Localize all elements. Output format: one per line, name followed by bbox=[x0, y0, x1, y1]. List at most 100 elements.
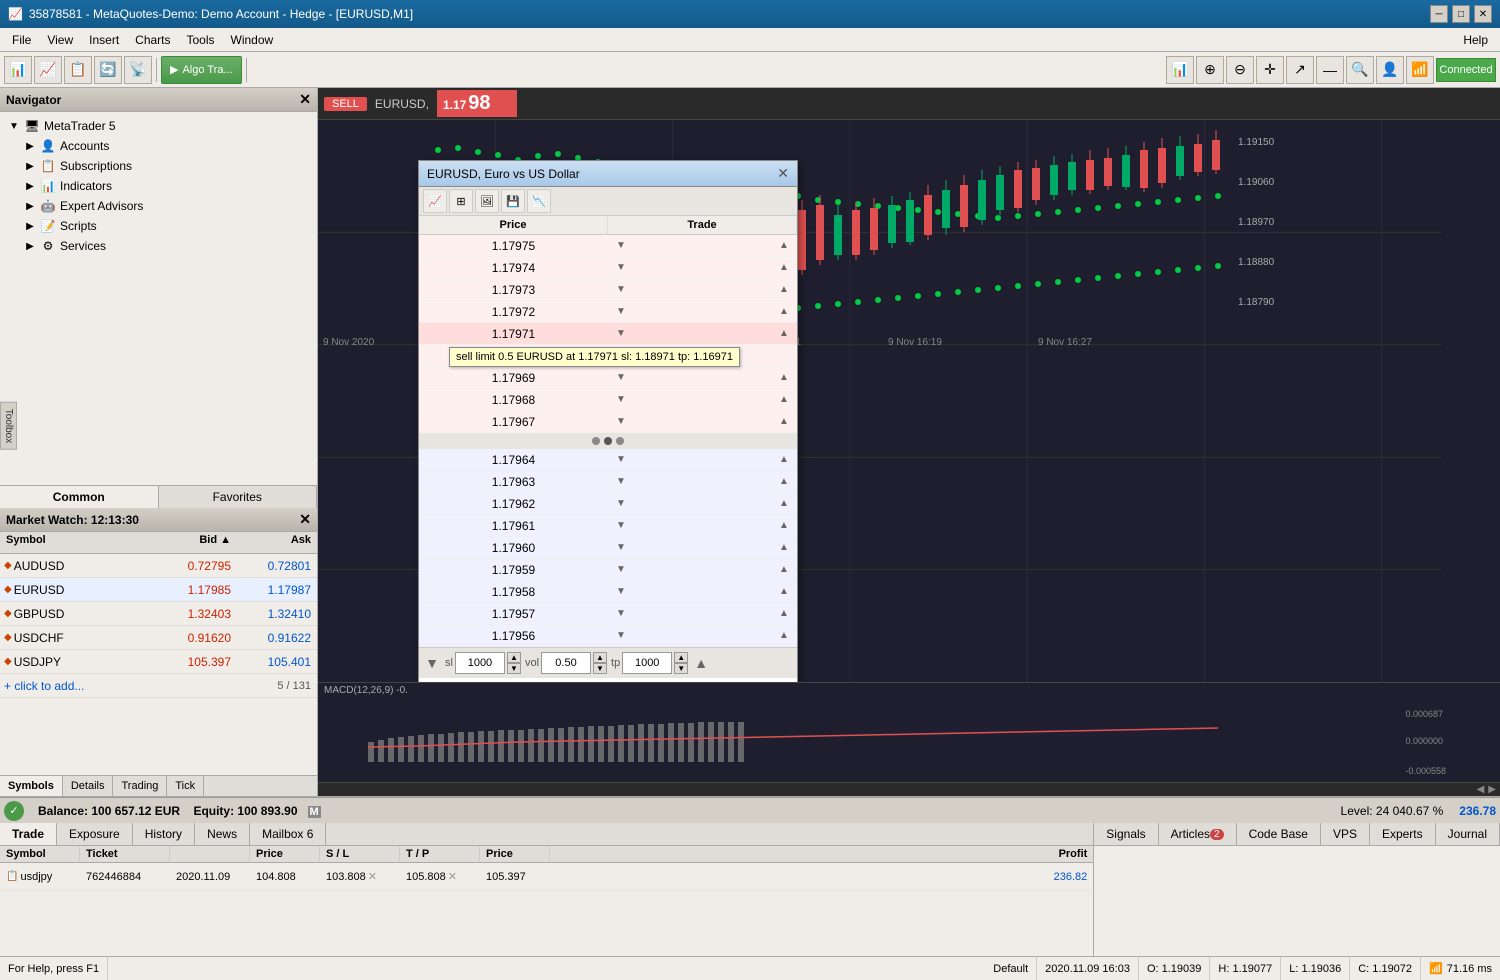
account-btn[interactable]: 👤 bbox=[1376, 56, 1404, 84]
zoom-out-btn[interactable]: ⊖ bbox=[1226, 56, 1254, 84]
nav-accounts-expand[interactable]: ▶ bbox=[24, 140, 36, 152]
dom-down-arrow[interactable]: ▼ bbox=[612, 325, 630, 343]
menu-tools[interactable]: Tools bbox=[179, 31, 223, 49]
mw-tab-tick[interactable]: Tick bbox=[167, 776, 204, 796]
tp-input[interactable]: 1000 bbox=[622, 652, 672, 674]
tab-signals[interactable]: Signals bbox=[1094, 823, 1158, 845]
nav-services[interactable]: ▶ ⚙ Services bbox=[20, 236, 313, 256]
search-chart-btn[interactable]: 🔍 bbox=[1346, 56, 1374, 84]
minimize-button[interactable]: ─ bbox=[1430, 5, 1448, 23]
chart-type-btn[interactable]: 📊 bbox=[1166, 56, 1194, 84]
dom-down-arrow[interactable]: ▼ bbox=[612, 237, 630, 255]
level-btn[interactable]: 📶 bbox=[1406, 56, 1434, 84]
dom-settings-btn[interactable]: 🖼 bbox=[475, 189, 499, 213]
algo-trade-button[interactable]: ▶ Algo Tra... bbox=[161, 56, 242, 84]
dom-up-arrow[interactable]: ▲ bbox=[775, 561, 793, 579]
dom-up-arrow[interactable]: ▲ bbox=[775, 391, 793, 409]
crosshair-btn[interactable]: ✛ bbox=[1256, 56, 1284, 84]
close-button[interactable]: ✕ bbox=[1474, 5, 1492, 23]
tab-trade[interactable]: Trade bbox=[0, 823, 57, 845]
dom-down-arrow[interactable]: ▼ bbox=[612, 391, 630, 409]
dom-up-arrow[interactable]: ▲ bbox=[775, 539, 793, 557]
dom-up-arrow[interactable]: ▲ bbox=[775, 281, 793, 299]
dom-scroll-up[interactable]: ▲ bbox=[692, 654, 710, 672]
list-item[interactable]: ◆USDJPY 105.397 105.401 bbox=[0, 650, 317, 674]
line-btn[interactable]: — bbox=[1316, 56, 1344, 84]
table-row[interactable]: 📋 usdjpy 762446884 2020.11.09 104.808 10… bbox=[0, 863, 1093, 891]
dom-up-arrow[interactable]: ▲ bbox=[775, 605, 793, 623]
vol-spin-down[interactable]: ▼ bbox=[593, 663, 607, 674]
nav-metatrader5[interactable]: ▼ 🖥 MetaTrader 5 bbox=[4, 116, 313, 136]
mw-tab-symbols[interactable]: Symbols bbox=[0, 776, 63, 796]
nav-indicators[interactable]: ▶ 📊 Indicators bbox=[20, 176, 313, 196]
dom-signal-btn[interactable]: 📉 bbox=[527, 189, 551, 213]
mw-tab-details[interactable]: Details bbox=[63, 776, 114, 796]
dom-up-arrow[interactable]: ▲ bbox=[775, 517, 793, 535]
menu-charts[interactable]: Charts bbox=[127, 31, 178, 49]
tab-exposure[interactable]: Exposure bbox=[57, 823, 133, 845]
nav-indicators-expand[interactable]: ▶ bbox=[24, 180, 36, 192]
dom-down-arrow[interactable]: ▼ bbox=[612, 473, 630, 491]
list-item[interactable]: ◆AUDUSD 0.72795 0.72801 bbox=[0, 554, 317, 578]
dom-down-arrow[interactable]: ▼ bbox=[612, 605, 630, 623]
list-item[interactable]: ◆USDCHF 0.91620 0.91622 bbox=[0, 626, 317, 650]
nav-subscriptions-expand[interactable]: ▶ bbox=[24, 160, 36, 172]
menu-file[interactable]: File bbox=[4, 31, 39, 49]
dom-up-arrow[interactable]: ▲ bbox=[775, 627, 793, 645]
nav-tab-common[interactable]: Common bbox=[0, 486, 159, 508]
dom-grid-btn[interactable]: ⊞ bbox=[449, 189, 473, 213]
nav-tab-favorites[interactable]: Favorites bbox=[159, 486, 318, 508]
dom-up-arrow[interactable]: ▲ bbox=[775, 369, 793, 387]
nav-ea-expand[interactable]: ▶ bbox=[24, 200, 36, 212]
scroll-left-arrow[interactable]: ◀ bbox=[1477, 784, 1485, 795]
dom-up-arrow[interactable]: ▲ bbox=[775, 495, 793, 513]
dom-up-arrow[interactable]: ▲ bbox=[775, 473, 793, 491]
sl-input[interactable]: 1000 bbox=[455, 652, 505, 674]
dom-save-btn[interactable]: 💾 bbox=[501, 189, 525, 213]
dom-up-arrow[interactable]: ▲ bbox=[775, 583, 793, 601]
tab-codebase[interactable]: Code Base bbox=[1237, 823, 1321, 845]
dom-down-arrow[interactable]: ▼ bbox=[612, 561, 630, 579]
dom-up-arrow[interactable]: ▲ bbox=[775, 303, 793, 321]
tab-journal[interactable]: Journal bbox=[1436, 823, 1500, 845]
tab-experts[interactable]: Experts bbox=[1370, 823, 1436, 845]
menu-insert[interactable]: Insert bbox=[81, 31, 127, 49]
mw-tab-trading[interactable]: Trading bbox=[113, 776, 167, 796]
dom-down-arrow[interactable]: ▼ bbox=[612, 517, 630, 535]
sl-close-btn[interactable]: ✕ bbox=[368, 870, 377, 883]
add-symbol-row[interactable]: + click to add... 5 / 131 bbox=[0, 674, 317, 698]
arrow-btn[interactable]: ↗ bbox=[1286, 56, 1314, 84]
menu-window[interactable]: Window bbox=[223, 31, 282, 49]
dom-down-arrow[interactable]: ▼ bbox=[612, 281, 630, 299]
nav-expert-advisors[interactable]: ▶ 🤖 Expert Advisors bbox=[20, 196, 313, 216]
new-chart-btn[interactable]: 📊 bbox=[4, 56, 32, 84]
dom-down-arrow[interactable]: ▼ bbox=[612, 451, 630, 469]
dom-scroll-down[interactable]: ▼ bbox=[423, 654, 441, 672]
dom-up-arrow[interactable]: ▲ bbox=[775, 259, 793, 277]
menu-help[interactable]: Help bbox=[1455, 31, 1496, 49]
dom-down-arrow[interactable]: ▼ bbox=[612, 495, 630, 513]
dom-down-arrow[interactable]: ▼ bbox=[612, 539, 630, 557]
tab-vps[interactable]: VPS bbox=[1321, 823, 1370, 845]
dom-down-arrow[interactable]: ▼ bbox=[612, 259, 630, 277]
zoom-in-btn[interactable]: ⊕ bbox=[1196, 56, 1224, 84]
tab-articles[interactable]: Articles 2 bbox=[1159, 823, 1237, 845]
dom-down-arrow[interactable]: ▼ bbox=[612, 369, 630, 387]
new-order-btn[interactable]: 📋 bbox=[64, 56, 92, 84]
list-item[interactable]: ◆EURUSD 1.17985 1.17987 bbox=[0, 578, 317, 602]
dom-up-arrow[interactable]: ▲ bbox=[775, 325, 793, 343]
dom-down-arrow[interactable]: ▼ bbox=[612, 583, 630, 601]
tp-spin-up[interactable]: ▲ bbox=[674, 652, 688, 663]
chart-scrollbar[interactable]: ◀ ▶ bbox=[318, 782, 1500, 796]
live-btn[interactable]: 📡 bbox=[124, 56, 152, 84]
dom-chart-btn[interactable]: 📈 bbox=[423, 189, 447, 213]
tp-close-btn[interactable]: ✕ bbox=[448, 870, 457, 883]
nav-subscriptions[interactable]: ▶ 📋 Subscriptions bbox=[20, 156, 313, 176]
sell-button-chart[interactable]: SELL bbox=[324, 97, 367, 111]
menu-view[interactable]: View bbox=[39, 31, 81, 49]
dom-up-arrow[interactable]: ▲ bbox=[775, 413, 793, 431]
nav-services-expand[interactable]: ▶ bbox=[24, 240, 36, 252]
nav-scripts[interactable]: ▶ 📝 Scripts bbox=[20, 216, 313, 236]
history-btn[interactable]: 🔄 bbox=[94, 56, 122, 84]
tab-mailbox[interactable]: Mailbox 6 bbox=[250, 823, 326, 845]
